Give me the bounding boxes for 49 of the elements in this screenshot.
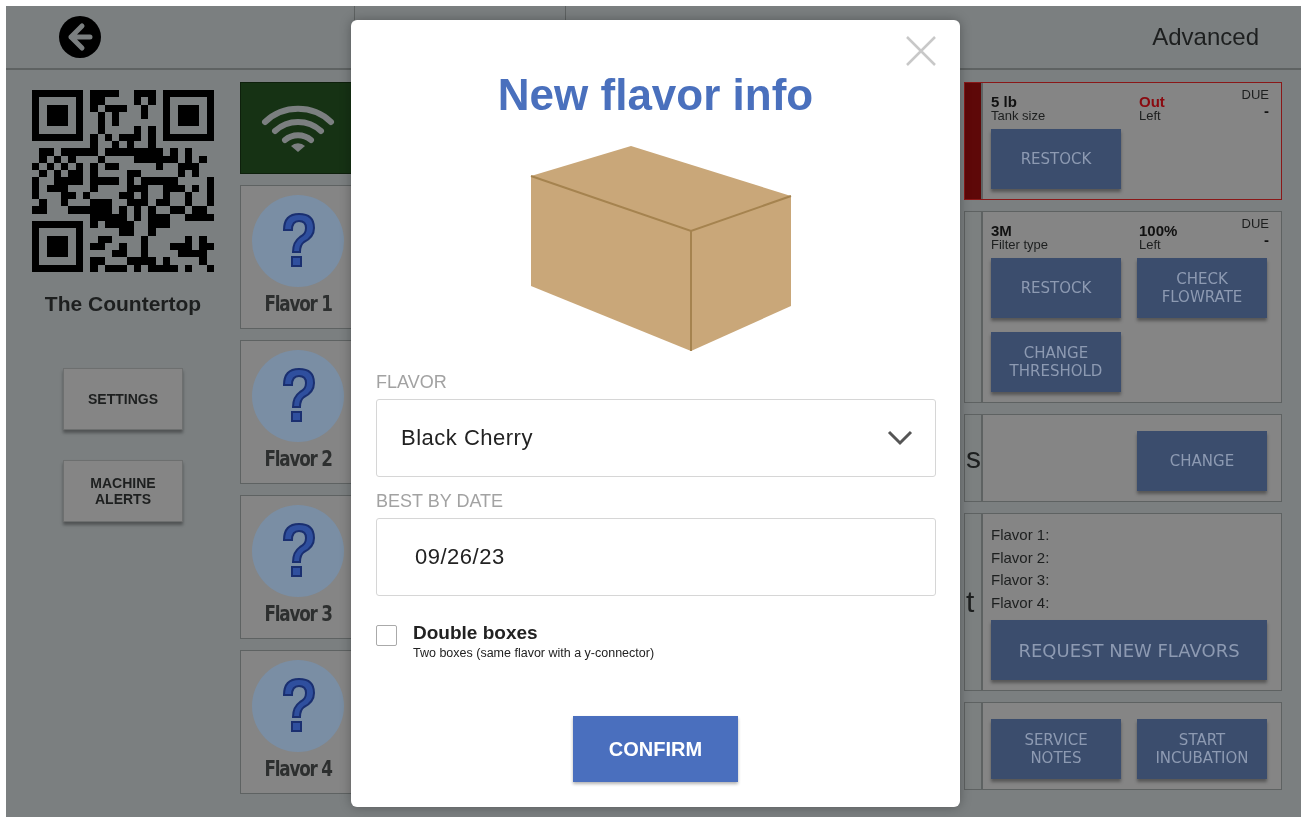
card-label: t <box>966 585 975 619</box>
remaining-label: Left <box>1139 237 1162 252</box>
remaining-value: Out <box>1139 93 1166 110</box>
flavor-line: Flavor 4: <box>991 592 1051 613</box>
field-label: FLAVOR <box>376 372 448 393</box>
dialog-title: New flavor info <box>497 70 814 120</box>
input-field[interactable]: 09/26/23 <box>376 518 936 596</box>
size-label: Tank size <box>991 108 1047 123</box>
action-button[interactable]: START INCUBATION <box>1137 719 1267 779</box>
size-label: Filter type <box>991 237 1050 252</box>
size-value: 3M <box>991 222 1013 239</box>
side-button[interactable]: SETTINGS <box>63 368 183 430</box>
flavor-label: Flavor 2 <box>264 447 332 471</box>
flavor-label: Flavor 4 <box>264 757 332 781</box>
remaining-label: Left <box>1139 108 1162 123</box>
flavor-line: Flavor 2: <box>991 547 1051 568</box>
question-mark-icon <box>251 504 345 598</box>
due-value: - <box>1264 231 1269 248</box>
card-label: s <box>966 441 981 475</box>
due-label: DUE <box>1241 216 1269 231</box>
wifi-icon <box>261 104 335 152</box>
due-value: - <box>1264 102 1269 119</box>
question-mark-icon <box>251 194 345 288</box>
chevron-down-icon <box>887 430 913 446</box>
size-value: 5 lb <box>991 93 1018 110</box>
checkbox[interactable] <box>376 625 397 646</box>
page-title: Advanced <box>1152 23 1259 51</box>
field-label: BEST BY DATE <box>376 491 505 512</box>
side-button[interactable]: MACHINE ALERTS <box>63 460 183 522</box>
checkbox-label: Double boxes <box>413 622 539 644</box>
remaining-value: 100% <box>1139 222 1179 239</box>
action-button[interactable]: CHECK FLOWRATE <box>1137 258 1267 318</box>
action-button[interactable]: REQUEST NEW FLAVORS <box>991 620 1267 680</box>
flavor-line: Flavor 3: <box>991 570 1051 590</box>
action-button[interactable]: RESTOCK <box>991 129 1121 189</box>
action-button[interactable]: SERVICE NOTES <box>991 719 1121 779</box>
flavor-label: Flavor 1 <box>264 292 332 316</box>
question-mark-icon <box>251 659 345 753</box>
flavor-line: Flavor 1: <box>991 525 1051 545</box>
checkbox-description: Two boxes (same flavor with a y-connector) <box>413 646 655 660</box>
due-label: DUE <box>1241 87 1269 102</box>
question-mark-icon <box>251 349 345 443</box>
action-button[interactable]: RESTOCK <box>991 258 1121 318</box>
confirm-button[interactable]: CONFIRM <box>573 716 738 782</box>
action-button[interactable]: CHANGE THRESHOLD <box>991 332 1121 392</box>
flavor-label: Flavor 3 <box>264 602 332 626</box>
dropdown-field[interactable]: Black Cherry <box>376 399 936 477</box>
machine-name: The Countertop <box>44 292 202 316</box>
action-button[interactable]: CHANGE <box>1137 431 1267 491</box>
